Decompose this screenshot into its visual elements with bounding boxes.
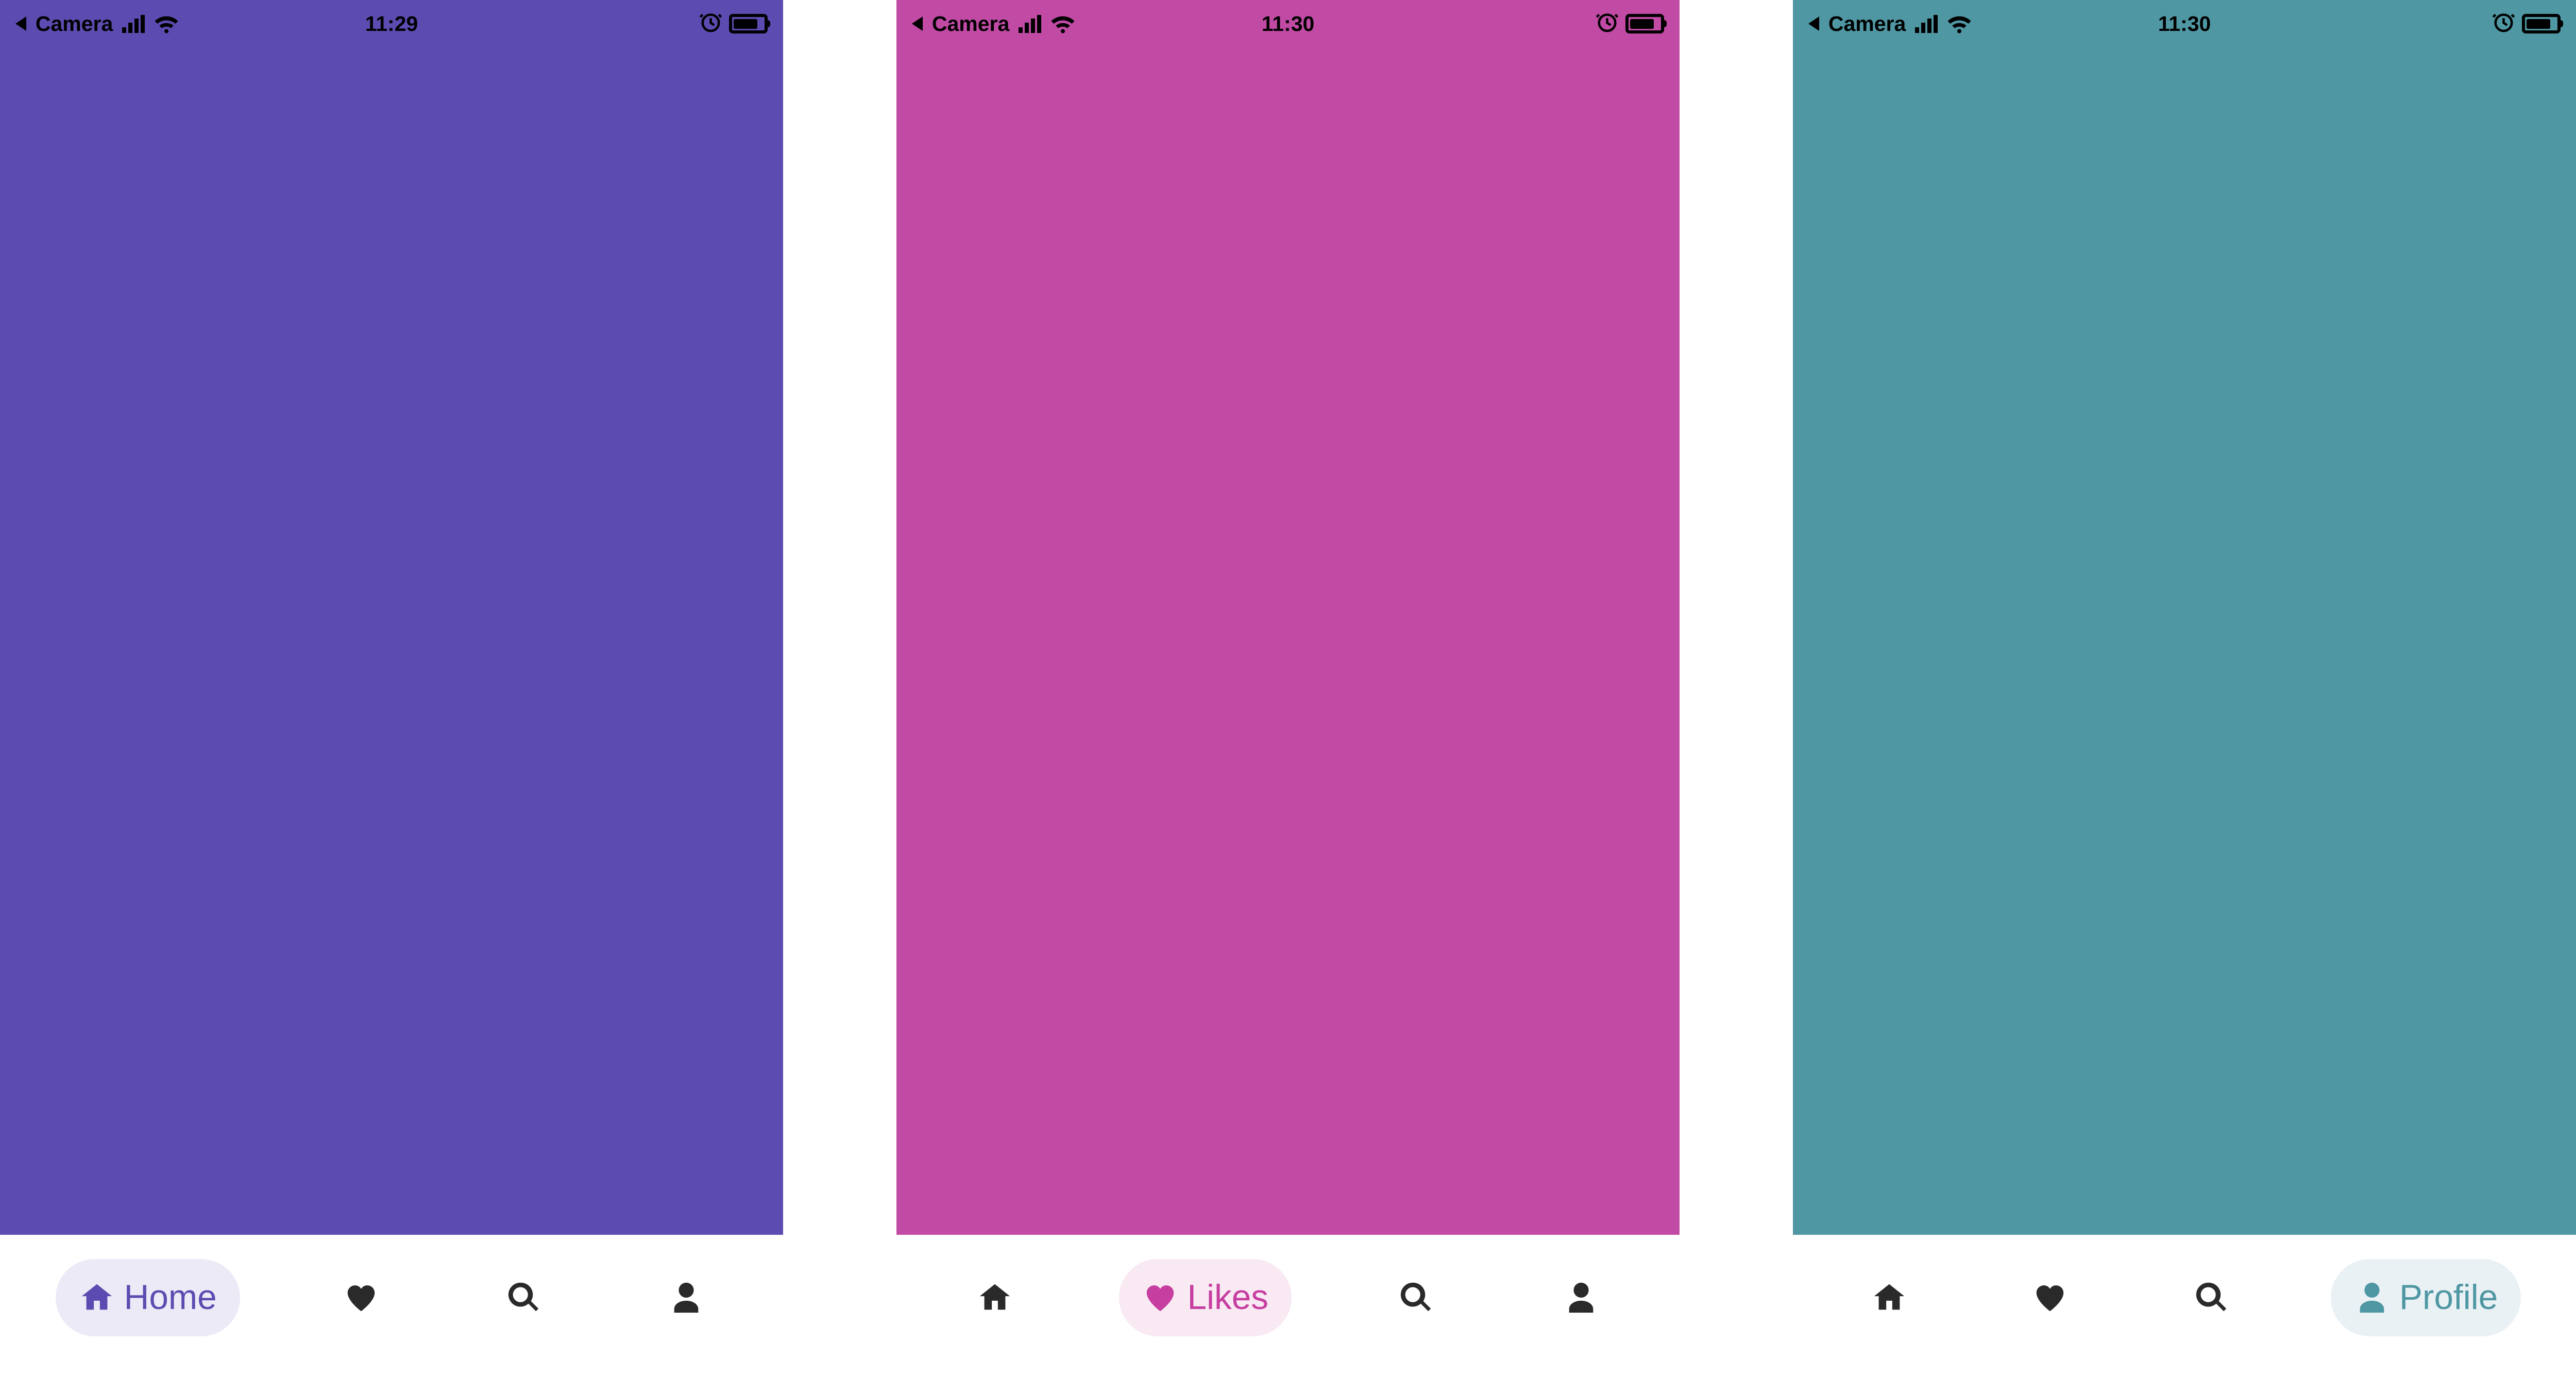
home-icon — [1871, 1280, 1907, 1316]
status-left: Camera — [912, 12, 1076, 36]
search-icon — [505, 1280, 541, 1316]
alarm-icon — [1596, 12, 1619, 36]
status-right — [1596, 12, 1664, 36]
phone-screen-likes: Camera 11:30 Home Likes Search Profile — [896, 0, 1680, 1360]
content-area — [1793, 47, 2576, 1235]
battery-icon — [2522, 14, 2561, 33]
status-bar: Camera 11:30 — [1793, 0, 2576, 47]
tab-home[interactable]: Home — [1848, 1259, 1930, 1337]
tab-profile[interactable]: Profile — [2331, 1259, 2521, 1337]
heart-icon — [1142, 1280, 1178, 1316]
tab-likes[interactable]: Likes — [2009, 1259, 2091, 1337]
tab-bar: Home Likes Search Profile — [1793, 1235, 2576, 1360]
home-icon — [977, 1280, 1013, 1316]
search-icon — [2193, 1280, 2229, 1316]
status-right — [699, 12, 768, 36]
phone-screen-home: Camera 11:29 Home Likes Search Profile — [0, 0, 783, 1360]
tab-likes[interactable]: Likes — [1119, 1259, 1292, 1337]
tab-search[interactable]: Search — [482, 1259, 565, 1337]
tab-home[interactable]: Home — [56, 1259, 240, 1337]
back-app-label[interactable]: Camera — [36, 12, 113, 36]
clock-label: 11:29 — [365, 12, 418, 36]
person-icon — [2354, 1280, 2390, 1316]
cellular-signal-icon — [122, 15, 145, 33]
alarm-icon — [699, 12, 722, 36]
content-area — [896, 47, 1680, 1235]
battery-icon — [1625, 14, 1664, 33]
search-icon — [1398, 1280, 1434, 1316]
back-app-label[interactable]: Camera — [1828, 12, 1906, 36]
status-bar: Camera 11:30 — [896, 0, 1680, 47]
heart-icon — [2032, 1280, 2068, 1316]
wifi-icon — [1946, 13, 1972, 34]
tab-profile[interactable]: Profile — [1540, 1259, 1622, 1337]
back-chevron-icon[interactable] — [912, 16, 923, 31]
back-chevron-icon[interactable] — [15, 16, 26, 31]
wifi-icon — [1050, 13, 1076, 34]
alarm-icon — [2492, 12, 2515, 36]
tab-label: Likes — [1187, 1278, 1268, 1317]
tab-bar: Home Likes Search Profile — [0, 1235, 783, 1360]
tab-home[interactable]: Home — [954, 1259, 1036, 1337]
battery-icon — [729, 14, 768, 33]
wifi-icon — [154, 13, 179, 34]
home-icon — [79, 1280, 115, 1316]
tab-search[interactable]: Search — [1375, 1259, 1457, 1337]
person-icon — [1563, 1280, 1599, 1316]
clock-label: 11:30 — [1262, 12, 1315, 36]
cellular-signal-icon — [1915, 15, 1938, 33]
phone-screen-profile: Camera 11:30 Home Likes Search Profile — [1793, 0, 2576, 1360]
content-area — [0, 47, 783, 1235]
clock-label: 11:30 — [2158, 12, 2211, 36]
heart-icon — [343, 1280, 379, 1316]
status-bar: Camera 11:29 — [0, 0, 783, 47]
cellular-signal-icon — [1019, 15, 1041, 33]
person-icon — [668, 1280, 704, 1316]
tab-label: Home — [124, 1278, 217, 1317]
status-left: Camera — [1808, 12, 1972, 36]
tab-likes[interactable]: Likes — [320, 1259, 402, 1337]
status-left: Camera — [15, 12, 179, 36]
back-chevron-icon[interactable] — [1808, 16, 1819, 31]
status-right — [2492, 12, 2561, 36]
back-app-label[interactable]: Camera — [932, 12, 1009, 36]
tab-bar: Home Likes Search Profile — [896, 1235, 1680, 1360]
tab-label: Profile — [2399, 1278, 2498, 1317]
tab-profile[interactable]: Profile — [645, 1259, 727, 1337]
tab-search[interactable]: Search — [2170, 1259, 2252, 1337]
